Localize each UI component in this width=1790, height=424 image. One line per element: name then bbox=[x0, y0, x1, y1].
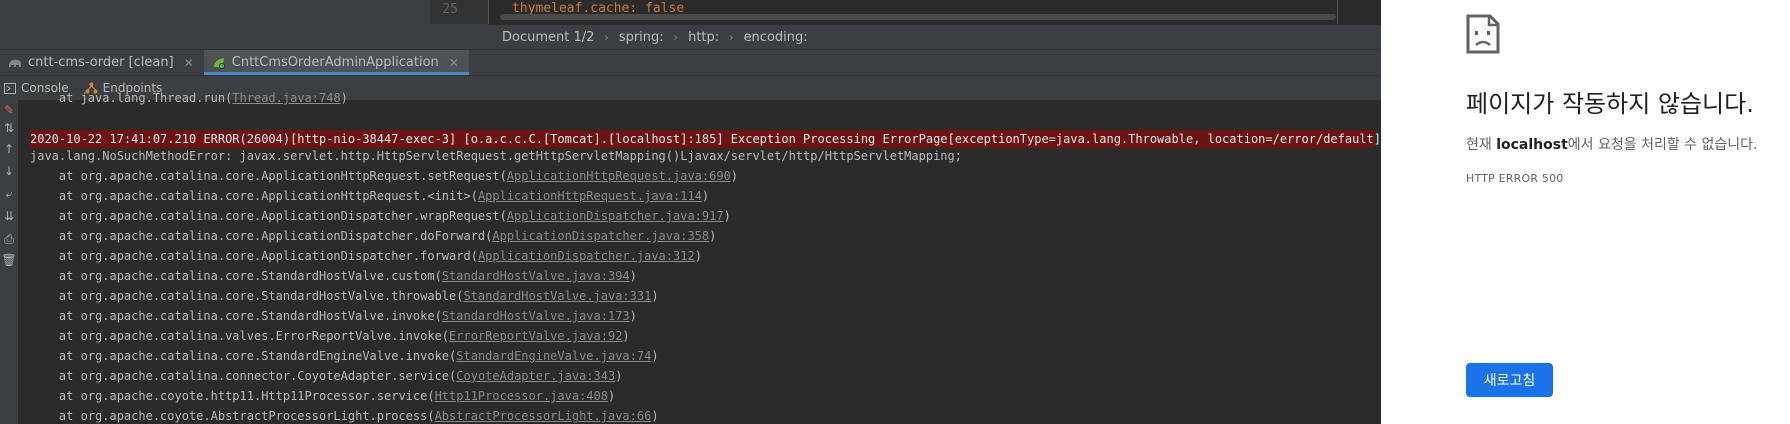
line-number: 25 bbox=[442, 2, 458, 17]
stack-trace-line: at org.apache.catalina.core.ApplicationH… bbox=[30, 189, 710, 203]
source-link[interactable]: StandardEngineValve.java:74 bbox=[456, 349, 651, 363]
stack-trace-line: at org.apache.catalina.connector.CoyoteA… bbox=[30, 369, 623, 383]
source-link[interactable]: Http11Processor.java:408 bbox=[435, 389, 608, 403]
source-link[interactable]: ApplicationDispatcher.java:917 bbox=[507, 209, 724, 223]
stack-trace-line: at org.apache.catalina.core.ApplicationD… bbox=[30, 249, 702, 263]
console-output[interactable]: at java.lang.Thread.run(Thread.java:748)… bbox=[18, 91, 1381, 424]
run-tab-admin-application[interactable]: CnttCmsOrderAdminApplication ✕ bbox=[203, 50, 469, 75]
soft-wrap-icon[interactable]: ⤶ bbox=[1, 186, 17, 202]
stack-trace-line: at org.apache.catalina.core.StandardHost… bbox=[30, 309, 637, 323]
source-link[interactable]: ApplicationHttpRequest.java:114 bbox=[478, 189, 702, 203]
stack-trace-line: at org.apache.coyote.AbstractProcessorLi… bbox=[30, 409, 659, 423]
source-link[interactable]: StandardHostValve.java:394 bbox=[442, 269, 630, 283]
source-link[interactable]: ErrorReportValve.java:92 bbox=[449, 329, 622, 343]
spring-boot-icon bbox=[213, 57, 225, 69]
scroll-to-end-icon[interactable]: ⇊ bbox=[1, 208, 17, 224]
run-tabs-bar: cntt-cms-order [clean] ✕ CnttCmsOrderAdm… bbox=[0, 49, 1381, 75]
stack-trace-line: at org.apache.catalina.core.ApplicationH… bbox=[30, 169, 739, 183]
source-link[interactable]: ApplicationHttpRequest.java:690 bbox=[507, 169, 731, 183]
breadcrumb: Document 1/2 › spring: › http: › encodin… bbox=[488, 24, 1381, 49]
reload-button[interactable]: 새로고침 bbox=[1466, 363, 1553, 397]
source-link[interactable]: Thread.java:748 bbox=[232, 91, 340, 105]
stack-trace-line: at org.apache.catalina.core.ApplicationD… bbox=[30, 229, 717, 243]
ide-window: 25 thymeleaf.cache: false Document 1/2 ›… bbox=[0, 0, 1381, 424]
stack-trace-line: at org.apache.catalina.core.StandardHost… bbox=[30, 269, 637, 283]
gradle-elephant-icon bbox=[9, 59, 21, 67]
error-description: 현재 localhost에서 요청을 처리할 수 없습니다. bbox=[1466, 137, 1758, 153]
breadcrumb-item-document[interactable]: Document 1/2 bbox=[502, 30, 594, 45]
stack-trace-line: at org.apache.catalina.core.ApplicationD… bbox=[30, 209, 731, 223]
source-link[interactable]: ApplicationDispatcher.java:312 bbox=[478, 249, 695, 263]
breadcrumb-separator-icon: › bbox=[729, 30, 734, 44]
close-icon[interactable]: ✕ bbox=[449, 56, 459, 70]
breadcrumb-separator-icon: › bbox=[673, 30, 679, 44]
run-tab-label: cntt-cms-order [clean] bbox=[28, 55, 174, 70]
trash-icon[interactable]: 🗑 bbox=[1, 252, 17, 268]
browser-error-page: 페이지가 작동하지 않습니다. 현재 localhost에서 요청을 처리할 수… bbox=[1381, 0, 1790, 424]
source-link[interactable]: ApplicationDispatcher.java:358 bbox=[492, 229, 709, 243]
source-link[interactable]: StandardHostValve.java:173 bbox=[442, 309, 630, 323]
run-tab-clean[interactable]: cntt-cms-order [clean] ✕ bbox=[0, 50, 204, 75]
source-link[interactable]: StandardHostValve.java:331 bbox=[463, 289, 651, 303]
breadcrumb-item-spring[interactable]: spring: bbox=[619, 30, 664, 45]
sad-page-icon bbox=[1466, 14, 1500, 54]
run-tab-label: CnttCmsOrderAdminApplication bbox=[231, 55, 439, 70]
stack-trace-line: at org.apache.catalina.core.StandardHost… bbox=[30, 289, 659, 303]
stack-trace-line: at org.apache.catalina.valves.ErrorRepor… bbox=[30, 329, 630, 343]
close-icon[interactable]: ✕ bbox=[184, 56, 194, 70]
error-code: HTTP ERROR 500 bbox=[1466, 172, 1564, 185]
breadcrumb-left-blank bbox=[0, 24, 488, 49]
stack-trace-line: at org.apache.catalina.core.StandardEngi… bbox=[30, 349, 659, 363]
source-link[interactable]: AbstractProcessorLight.java:66 bbox=[435, 409, 652, 423]
breadcrumb-separator-icon: › bbox=[604, 30, 609, 44]
console-icon bbox=[4, 82, 16, 94]
right-margin-guide bbox=[1337, 0, 1338, 24]
error-title: 페이지가 작동하지 않습니다. bbox=[1466, 90, 1754, 118]
up-arrow-icon[interactable]: ↑ bbox=[1, 141, 17, 157]
editor-left-panel bbox=[0, 0, 430, 24]
breadcrumb-item-http[interactable]: http: bbox=[688, 30, 719, 45]
console-line-truncated: at java.lang.Thread.run(Thread.java:748) bbox=[30, 91, 348, 105]
down-arrow-icon[interactable]: ↓ bbox=[1, 163, 17, 179]
print-icon[interactable]: ⎙ bbox=[1, 231, 17, 247]
error-host: localhost bbox=[1496, 137, 1568, 153]
clear-edit-icon[interactable]: ✎ bbox=[1, 102, 17, 118]
sort-icon[interactable]: ⇅ bbox=[1, 120, 17, 136]
source-link[interactable]: CoyoteAdapter.java:343 bbox=[456, 369, 615, 383]
console-exception-line: java.lang.NoSuchMethodError: javax.servl… bbox=[30, 149, 962, 163]
console-toolbar: ✎ ⇅ ↑ ↓ ⤶ ⇊ ⎙ 🗑 bbox=[0, 100, 19, 424]
editor-horizontal-scrollbar[interactable] bbox=[500, 14, 1336, 20]
stack-trace-line: at org.apache.coyote.http11.Http11Proces… bbox=[30, 389, 616, 403]
breadcrumb-item-encoding[interactable]: encoding: bbox=[744, 30, 808, 45]
